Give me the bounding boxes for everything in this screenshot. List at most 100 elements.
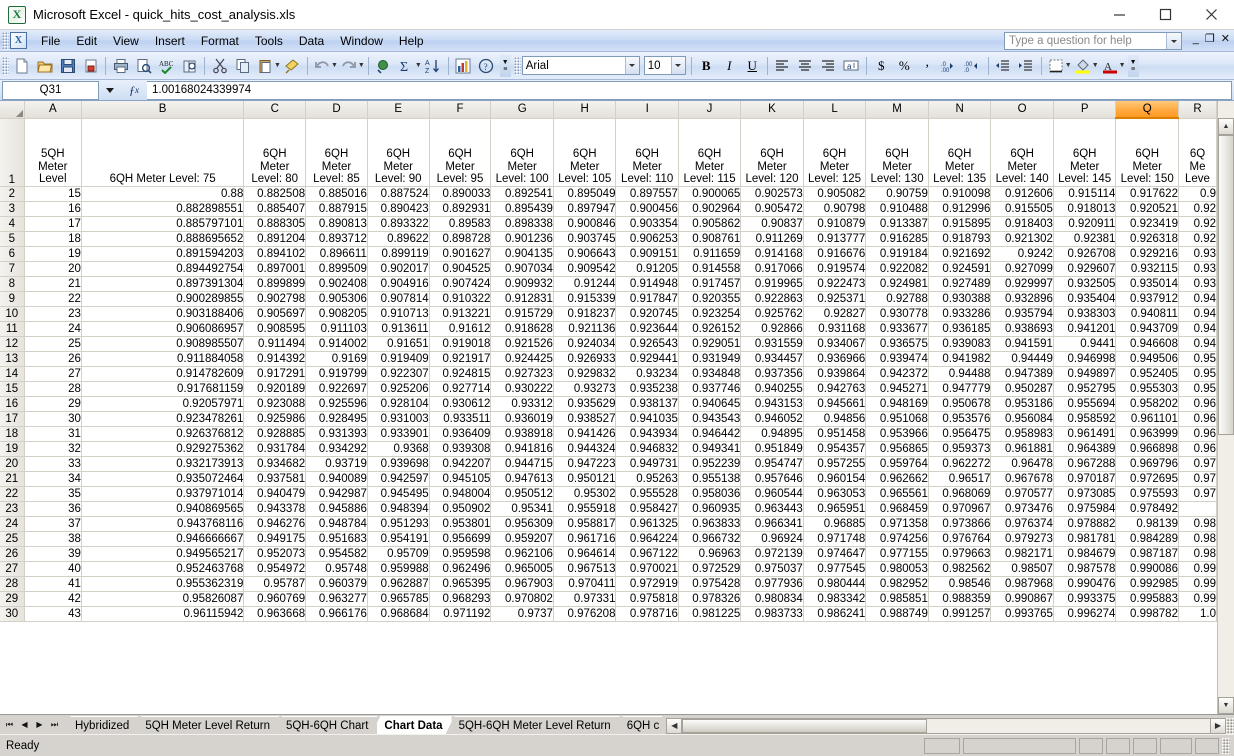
cell-f6[interactable]: 0.901627 xyxy=(429,246,492,262)
row-header-17[interactable]: 17 xyxy=(0,411,25,427)
cell-m14[interactable]: 0.942372 xyxy=(865,366,929,382)
header-cell-m1[interactable]: 6QH Meter Level: 130 xyxy=(865,118,929,187)
cell-b30[interactable]: 0.96115942 xyxy=(81,606,245,622)
cell-j4[interactable]: 0.905862 xyxy=(678,216,742,232)
formatting-toolbar-grip-handle[interactable] xyxy=(513,56,521,75)
header-cell-r1[interactable]: 6Q Me Leve xyxy=(1178,118,1217,187)
row-header-10[interactable]: 10 xyxy=(0,306,25,322)
header-cell-c1[interactable]: 6QH Meter Level: 80 xyxy=(243,118,307,187)
cell-p16[interactable]: 0.955694 xyxy=(1053,396,1117,412)
cell-a12[interactable]: 25 xyxy=(24,336,82,352)
name-box-dropdown-icon[interactable] xyxy=(99,87,121,93)
cell-n24[interactable]: 0.973866 xyxy=(928,516,992,532)
research-icon[interactable] xyxy=(178,55,201,77)
cell-r11[interactable]: 0.94 xyxy=(1178,321,1217,337)
cell-b3[interactable]: 0.882898551 xyxy=(81,201,245,217)
cell-h15[interactable]: 0.93273 xyxy=(553,381,617,397)
cell-p5[interactable]: 0.92381 xyxy=(1053,231,1117,247)
cell-n17[interactable]: 0.953576 xyxy=(928,411,992,427)
cell-c10[interactable]: 0.905697 xyxy=(243,306,307,322)
cell-h19[interactable]: 0.944324 xyxy=(553,441,617,457)
menu-file[interactable]: File xyxy=(33,32,68,50)
last-sheet-icon[interactable]: ⏭ xyxy=(47,716,62,733)
cell-p10[interactable]: 0.938303 xyxy=(1053,306,1117,322)
cell-d2[interactable]: 0.885016 xyxy=(305,186,368,202)
cell-m15[interactable]: 0.945271 xyxy=(865,381,929,397)
cell-k7[interactable]: 0.917066 xyxy=(740,261,804,277)
cell-p7[interactable]: 0.929607 xyxy=(1053,261,1117,277)
cell-e6[interactable]: 0.899119 xyxy=(367,246,430,262)
italic-button[interactable]: I xyxy=(718,55,741,77)
cell-a11[interactable]: 24 xyxy=(24,321,82,337)
cell-l20[interactable]: 0.957255 xyxy=(803,456,867,472)
cell-p6[interactable]: 0.926708 xyxy=(1053,246,1117,262)
cell-p12[interactable]: 0.9441 xyxy=(1053,336,1117,352)
cell-h14[interactable]: 0.929832 xyxy=(553,366,617,382)
cell-h2[interactable]: 0.895049 xyxy=(553,186,617,202)
chevron-down-icon[interactable] xyxy=(1166,33,1181,49)
cell-m6[interactable]: 0.919184 xyxy=(865,246,929,262)
cell-b15[interactable]: 0.917681159 xyxy=(81,381,245,397)
cell-k10[interactable]: 0.925762 xyxy=(740,306,804,322)
cell-b12[interactable]: 0.908985507 xyxy=(81,336,245,352)
row-header-29[interactable]: 29 xyxy=(0,591,25,607)
cell-j28[interactable]: 0.975428 xyxy=(678,576,742,592)
row-header-22[interactable]: 22 xyxy=(0,486,25,502)
sheet-tab-5qh-6qh-chart[interactable]: 5QH-6QH Chart xyxy=(272,716,378,734)
cell-p21[interactable]: 0.970187 xyxy=(1053,471,1117,487)
cell-h5[interactable]: 0.903745 xyxy=(553,231,617,247)
cell-f10[interactable]: 0.913221 xyxy=(429,306,492,322)
cell-i18[interactable]: 0.943934 xyxy=(615,426,679,442)
cell-l21[interactable]: 0.960154 xyxy=(803,471,867,487)
cell-o21[interactable]: 0.967678 xyxy=(990,471,1054,487)
cell-e21[interactable]: 0.942597 xyxy=(367,471,430,487)
cell-o22[interactable]: 0.970577 xyxy=(990,486,1054,502)
cell-j14[interactable]: 0.934848 xyxy=(678,366,742,382)
cell-d13[interactable]: 0.9169 xyxy=(305,351,368,367)
cell-g22[interactable]: 0.950512 xyxy=(490,486,554,502)
cell-o18[interactable]: 0.958983 xyxy=(990,426,1054,442)
cell-k2[interactable]: 0.902573 xyxy=(740,186,804,202)
cell-d5[interactable]: 0.893712 xyxy=(305,231,368,247)
cell-k25[interactable]: 0.96924 xyxy=(740,531,804,547)
cell-k16[interactable]: 0.943153 xyxy=(740,396,804,412)
cell-k20[interactable]: 0.954747 xyxy=(740,456,804,472)
hyperlink-icon[interactable] xyxy=(372,55,395,77)
column-header-b[interactable]: B xyxy=(81,101,245,119)
cell-d25[interactable]: 0.951683 xyxy=(305,531,368,547)
row-header-1[interactable]: 1 xyxy=(0,118,25,187)
cell-c20[interactable]: 0.934682 xyxy=(243,456,307,472)
bold-button[interactable]: B xyxy=(695,55,718,77)
cell-m10[interactable]: 0.930778 xyxy=(865,306,929,322)
cell-n9[interactable]: 0.930388 xyxy=(928,291,992,307)
cell-i14[interactable]: 0.93234 xyxy=(615,366,679,382)
cell-g30[interactable]: 0.9737 xyxy=(490,606,554,622)
cell-r16[interactable]: 0.96 xyxy=(1178,396,1217,412)
doc-minimize-icon[interactable]: _ xyxy=(1193,33,1199,45)
cell-g20[interactable]: 0.944715 xyxy=(490,456,554,472)
cell-n5[interactable]: 0.918793 xyxy=(928,231,992,247)
cell-r22[interactable]: 0.97 xyxy=(1178,486,1217,502)
cell-b14[interactable]: 0.914782609 xyxy=(81,366,245,382)
cell-j8[interactable]: 0.917457 xyxy=(678,276,742,292)
cell-p8[interactable]: 0.932505 xyxy=(1053,276,1117,292)
cell-o17[interactable]: 0.956084 xyxy=(990,411,1054,427)
cell-l26[interactable]: 0.974647 xyxy=(803,546,867,562)
cell-i30[interactable]: 0.978716 xyxy=(615,606,679,622)
cell-c22[interactable]: 0.940479 xyxy=(243,486,307,502)
cell-l18[interactable]: 0.951458 xyxy=(803,426,867,442)
row-header-13[interactable]: 13 xyxy=(0,351,25,367)
table-row[interactable]: 30 43 0.96115942 0.963668 0.966176 0.968684 0.… xyxy=(0,606,1217,622)
table-row[interactable]: 28 41 0.955362319 0.95787 0.960379 0.962887 0.… xyxy=(0,576,1217,592)
cell-l22[interactable]: 0.963053 xyxy=(803,486,867,502)
cell-a8[interactable]: 21 xyxy=(24,276,82,292)
cell-g18[interactable]: 0.938918 xyxy=(490,426,554,442)
cell-f30[interactable]: 0.971192 xyxy=(429,606,492,622)
cell-m2[interactable]: 0.90759 xyxy=(865,186,929,202)
cell-j11[interactable]: 0.926152 xyxy=(678,321,742,337)
row-header-8[interactable]: 8 xyxy=(0,276,25,292)
cell-i11[interactable]: 0.923644 xyxy=(615,321,679,337)
cell-o8[interactable]: 0.929997 xyxy=(990,276,1054,292)
comma-style-button[interactable]: , xyxy=(916,55,939,77)
cell-i9[interactable]: 0.917847 xyxy=(615,291,679,307)
